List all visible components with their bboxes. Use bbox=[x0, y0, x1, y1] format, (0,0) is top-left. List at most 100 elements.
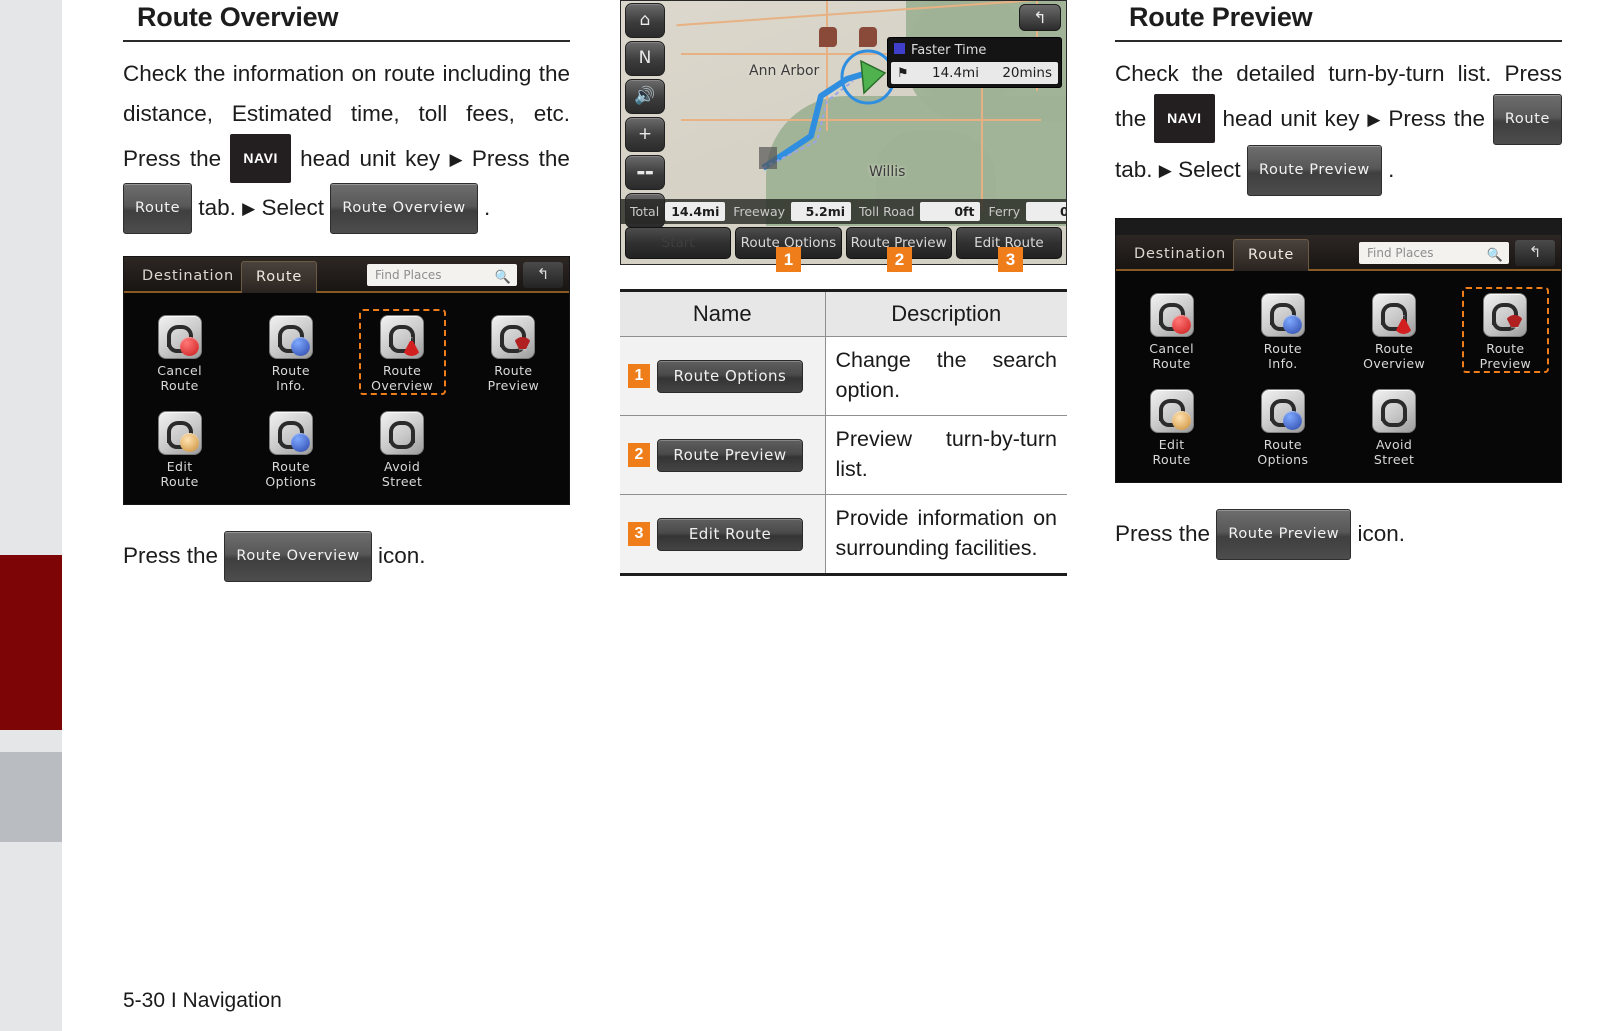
table-cell-name-3: 3 Edit Route bbox=[620, 494, 826, 576]
label-line1-cr-left: Cancel bbox=[157, 363, 202, 378]
description-table: Name Description 1 Route Options Change t… bbox=[620, 289, 1067, 576]
intro-paragraph-right: Check the detailed turn-by-turn list. Pr… bbox=[1115, 54, 1562, 196]
tab-destination-right[interactable]: Destination bbox=[1120, 239, 1240, 271]
map-scale-icon[interactable]: ▬▬ bbox=[625, 155, 665, 190]
route-card-duration: 20mins bbox=[1002, 65, 1052, 81]
menu-item-route-preview-right[interactable]: Route Preview bbox=[1450, 285, 1561, 375]
intro-text-right: Check the detailed turn-by-turn list. bbox=[1115, 61, 1492, 86]
navi-key-left[interactable]: NAVI bbox=[230, 134, 291, 183]
icon-row-2-right: Edit Route Route Options Avoid Street bbox=[1116, 381, 1561, 471]
search-icon-left: 🔍 bbox=[494, 270, 511, 285]
tab-route-right[interactable]: Route bbox=[1233, 239, 1310, 271]
section-heading-route-overview: Route Overview bbox=[123, 0, 570, 42]
arrow-right-icon-left-2: ▶ bbox=[242, 199, 256, 218]
label-line1-cr-right: Cancel bbox=[1149, 341, 1194, 356]
row-number-badge-2: 2 bbox=[628, 443, 650, 467]
zoom-in-icon[interactable]: + bbox=[625, 117, 665, 152]
search-input-right[interactable]: Find Places 🔍 bbox=[1359, 242, 1509, 264]
edit-route-icon-right bbox=[1149, 389, 1194, 433]
label-line2-cr-right: Route bbox=[1152, 355, 1191, 371]
label-line1-as-right: Avoid bbox=[1375, 437, 1413, 452]
map-stats-bar: Total 14.4mi Freeway 5.2mi Toll Road 0ft… bbox=[621, 199, 1066, 224]
route-preview-key-right[interactable]: Route Preview bbox=[1246, 145, 1382, 196]
label-line2-as-left: Street bbox=[381, 473, 423, 489]
route-card-title: Faster Time bbox=[911, 43, 987, 58]
back-arrow-icon-left[interactable]: ↰ bbox=[523, 262, 563, 288]
home-icon[interactable]: ⌂ bbox=[625, 3, 665, 38]
menu-item-avoid-street-right[interactable]: Avoid Street bbox=[1339, 381, 1450, 471]
callout-badge-3: 3 bbox=[998, 247, 1023, 272]
menu-item-route-overview-right[interactable]: Route Overview bbox=[1339, 285, 1450, 375]
screenshot-route-map: Ann Arbor Willis ⌂ N 🔊 + ▬▬ − ↰ Faster T… bbox=[620, 0, 1067, 265]
menu-item-route-info-right[interactable]: Route Info. bbox=[1227, 285, 1338, 375]
stat-value-ferry: 0ft bbox=[1026, 202, 1066, 221]
route-card-distance: 14.4mi bbox=[932, 65, 979, 81]
menu-item-avoid-street-left[interactable]: Avoid Street bbox=[347, 403, 458, 493]
table-header-row: Name Description bbox=[620, 289, 1067, 337]
stat-label-freeway: Freeway bbox=[733, 204, 786, 219]
menu-item-route-overview-left[interactable]: Route Overview bbox=[347, 307, 458, 397]
caption-button-left[interactable]: Route Overview bbox=[224, 531, 372, 582]
search-placeholder-right: Find Places bbox=[1367, 246, 1434, 260]
edit-route-icon-left bbox=[157, 411, 202, 455]
menu-item-route-preview-left[interactable]: Route Preview bbox=[458, 307, 569, 397]
stat-value-toll-road: 0ft bbox=[920, 202, 981, 221]
map-label-town: Willis bbox=[869, 164, 906, 180]
label-line2-rp-left: Preview bbox=[487, 377, 540, 393]
label-line1-er-right: Edit bbox=[1158, 437, 1185, 452]
back-arrow-icon-right[interactable]: ↰ bbox=[1515, 240, 1555, 266]
map-control-stack: ⌂ N 🔊 + ▬▬ − bbox=[625, 3, 669, 231]
table-row: 2 Route Preview Preview turn-by-turn list… bbox=[620, 415, 1067, 495]
icon-row-1-left: Cancel Route Route Info. Route Overview … bbox=[124, 307, 569, 397]
tab-route-left[interactable]: Route bbox=[241, 261, 318, 293]
table-row: 1 Route Options Change the search option. bbox=[620, 336, 1067, 416]
start-simulation-button[interactable]: Start Simulation bbox=[625, 227, 732, 259]
table-header-description: Description bbox=[825, 289, 1067, 337]
label-line2-er-left: Route bbox=[160, 473, 199, 489]
cancel-route-icon-left bbox=[157, 315, 202, 359]
label-line2-rop-left: Options bbox=[265, 473, 317, 489]
compass-north-icon[interactable]: N bbox=[625, 41, 665, 76]
back-arrow-icon-map[interactable]: ↰ bbox=[1019, 4, 1061, 31]
step-head-unit-key-left: head unit key bbox=[300, 146, 441, 171]
route-color-swatch bbox=[894, 43, 905, 54]
tab-destination-left[interactable]: Destination bbox=[128, 261, 248, 293]
stat-value-freeway: 5.2mi bbox=[791, 202, 852, 221]
step-period-left: . bbox=[483, 195, 491, 220]
screenshot-icon-grid-left: Cancel Route Route Info. Route Overview … bbox=[124, 293, 569, 503]
menu-item-route-options-left[interactable]: Route Options bbox=[235, 403, 346, 493]
caption-suffix-left: icon. bbox=[377, 543, 426, 568]
menu-item-edit-route-left[interactable]: Edit Route bbox=[124, 403, 235, 493]
route-tab-key-right[interactable]: Route bbox=[1492, 94, 1562, 145]
label-line2-ri-right: Info. bbox=[1268, 355, 1298, 371]
edit-route-key[interactable]: Edit Route bbox=[657, 517, 803, 551]
avoid-street-icon-right bbox=[1372, 389, 1417, 433]
label-line2-ri-left: Info. bbox=[276, 377, 306, 393]
search-input-left[interactable]: Find Places 🔍 bbox=[367, 264, 517, 286]
route-preview-key[interactable]: Route Preview bbox=[657, 438, 803, 472]
step-head-unit-key-right: head unit key bbox=[1222, 106, 1360, 131]
volume-icon[interactable]: 🔊 bbox=[625, 79, 665, 114]
navi-key-right[interactable]: NAVI bbox=[1154, 94, 1215, 143]
menu-item-route-options-right[interactable]: Route Options bbox=[1227, 381, 1338, 471]
caption-button-right[interactable]: Route Preview bbox=[1216, 509, 1352, 560]
route-options-key[interactable]: Route Options bbox=[657, 359, 803, 393]
menu-item-cancel-route-left[interactable]: Cancel Route bbox=[124, 307, 235, 397]
route-options-icon-left bbox=[268, 411, 313, 455]
label-line1-rop-right: Route bbox=[1263, 437, 1303, 452]
map-poi-pin-2 bbox=[859, 27, 877, 47]
menu-item-empty-left bbox=[458, 403, 569, 493]
route-overview-key-left[interactable]: Route Overview bbox=[330, 183, 478, 234]
table-header-name: Name bbox=[620, 289, 826, 337]
avoid-street-icon-left bbox=[380, 411, 425, 455]
arrow-right-icon-left-1: ▶ bbox=[449, 150, 463, 169]
menu-item-cancel-route-right[interactable]: Cancel Route bbox=[1116, 285, 1227, 375]
edge-band-light-mid bbox=[0, 730, 62, 752]
route-tab-key-left[interactable]: Route bbox=[123, 183, 193, 234]
page-footer: 5-30 I Navigation bbox=[123, 989, 282, 1012]
screenshot-top-filler-right bbox=[1116, 219, 1561, 235]
menu-item-edit-route-right[interactable]: Edit Route bbox=[1116, 381, 1227, 471]
route-info-icon-right bbox=[1260, 293, 1305, 337]
menu-item-route-info-left[interactable]: Route Info. bbox=[235, 307, 346, 397]
intro-text-left: Check the information on route including… bbox=[123, 61, 570, 126]
